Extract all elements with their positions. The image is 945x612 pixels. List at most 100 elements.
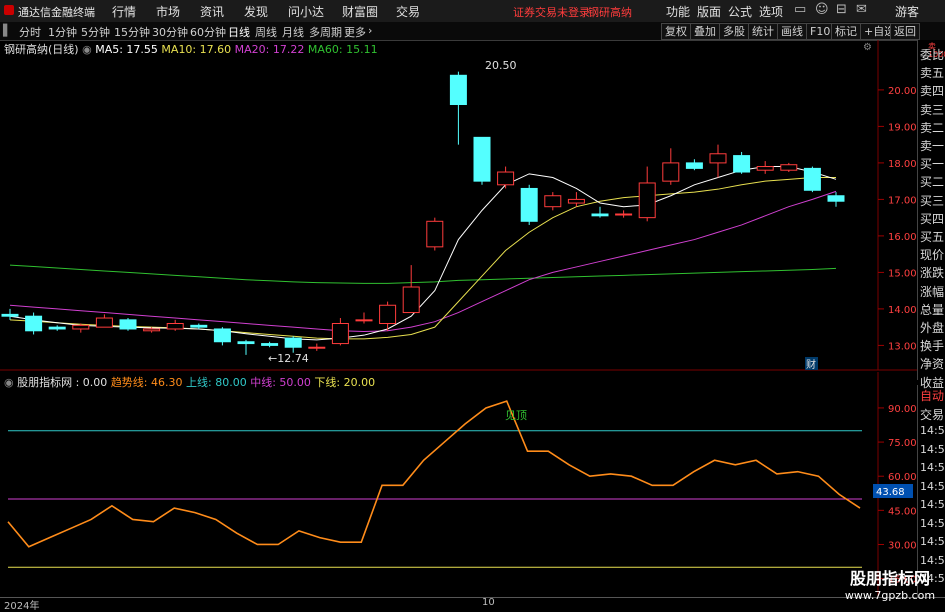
candle[interactable] [166,323,184,330]
trade-time: 14:56 [920,424,945,437]
candle[interactable] [520,187,538,222]
middle-line-value: 中线: 50.00 [250,376,311,389]
osc-tick-label: 60.00 [888,472,917,483]
menu-discover[interactable]: 发现 [244,3,268,20]
candle[interactable] [143,328,161,332]
message-icon[interactable]: ✉ [856,2,867,17]
candle[interactable] [48,326,66,330]
date-axis: 2024年 10 [0,597,945,612]
candle[interactable] [473,136,491,182]
candle[interactable] [591,213,609,217]
trade-time: 14:56 [920,442,945,456]
candle[interactable] [284,337,302,348]
period-multi[interactable]: 多周期 [309,24,342,40]
high-price-label: 20.50 [485,59,517,72]
period-intraday[interactable]: 分时 [19,24,41,40]
candle[interactable] [119,319,137,330]
top-signal-label: 见顶 [505,409,527,422]
menu-news[interactable]: 资讯 [200,3,224,20]
menu-formula[interactable]: 公式 [728,3,752,20]
period-monthly[interactable]: 月线 [282,24,304,40]
menu-options[interactable]: 选项 [759,3,783,20]
quote-item: 总量 [920,302,945,317]
candle[interactable] [190,324,208,328]
candle[interactable] [95,317,113,328]
user-icon[interactable]: ☺ [815,2,829,17]
btn-multi-stock[interactable]: 多股 [719,23,749,40]
quote-item: 买三 [920,193,945,208]
candle[interactable] [544,195,562,208]
candle[interactable] [827,195,845,202]
candle[interactable] [756,166,774,171]
menu-wealth[interactable]: 财富圈 [342,3,378,20]
quote-item: 卖一 [920,139,945,153]
candle[interactable] [780,164,798,171]
finance-marker-label: 财 [806,358,816,371]
candle[interactable] [1,313,19,317]
candle[interactable] [72,324,90,330]
chevron-right-icon[interactable]: › [368,24,372,37]
period-1min[interactable]: 1分钟 [48,24,77,40]
guest-label[interactable]: 游客 [895,3,919,20]
candle[interactable] [803,167,821,191]
candle[interactable] [615,213,633,216]
trade-tab[interactable]: 交易 [920,406,944,423]
period-60min[interactable]: 60分钟 [190,24,226,40]
sub-legend-toggle-icon[interactable]: ◉ [4,376,14,389]
candle[interactable] [25,315,43,332]
candle[interactable] [685,162,703,169]
candle[interactable] [662,162,680,182]
period-daily[interactable]: 日线 [228,24,250,40]
btn-mark[interactable]: 标记 [831,23,861,40]
candle[interactable] [426,220,444,248]
panel-settings-icon[interactable]: ⚙ [863,42,872,53]
btn-restore-rights[interactable]: 复权 [661,23,691,40]
period-5min[interactable]: 5分钟 [81,24,110,40]
login-warning[interactable]: 证券交易未登录 [513,4,590,20]
period-more[interactable]: 更多 [344,24,366,40]
btn-overlay[interactable]: 叠加 [690,23,720,40]
btn-draw-line[interactable]: 画线 [777,23,807,40]
osc-tick-label: 45.00 [888,506,917,517]
ma5-line [9,166,837,341]
price-tick-label: 15.00 [888,268,917,279]
btn-statistics[interactable]: 统计 [748,23,778,40]
period-weekly[interactable]: 周线 [255,24,277,40]
candle[interactable] [497,171,515,186]
candle[interactable] [733,155,751,173]
candle[interactable] [402,286,420,314]
lock-icon[interactable]: ⊟ [836,2,847,17]
menu-quotes[interactable]: 行情 [112,3,136,20]
candle[interactable] [449,74,467,105]
trade-time: 14:56 [920,535,945,548]
candle[interactable] [355,319,373,322]
osc-tick-label: 75.00 [888,438,917,449]
menu-wenxiaoda[interactable]: 问小达 [288,3,324,20]
menu-trade[interactable]: 交易 [396,3,420,20]
price-chart[interactable]: 20.00 19.00 18.00 17.00 16.00 15.00 14.00 13.00… [0,40,945,371]
btn-back[interactable]: 返回 [890,23,920,40]
candle[interactable] [261,343,279,346]
legend-toggle-icon[interactable]: ◉ [82,43,92,56]
candle[interactable] [331,323,349,345]
collapse-icon[interactable]: ▌ [3,24,11,37]
minimize-icon[interactable]: ▭ [794,2,806,17]
app-logo-icon [4,5,14,15]
menu-function[interactable]: 功能 [666,3,690,20]
ma60-line [9,264,837,284]
menu-market[interactable]: 市场 [156,3,180,20]
candle[interactable] [213,328,231,343]
candle[interactable] [638,182,656,219]
trade-tab[interactable]: 自动 [920,387,944,404]
candle[interactable] [237,341,255,345]
candle[interactable] [379,304,397,324]
menu-layout[interactable]: 版面 [697,3,721,20]
candle[interactable] [567,198,585,204]
candle[interactable] [308,346,326,349]
watermark-title: 股朋指标网 [849,569,930,588]
candle[interactable] [709,153,727,164]
indicator-chart[interactable]: 90.0075.0060.0045.0030.0015.00 见顶 43.68 [0,372,945,597]
period-15min[interactable]: 15分钟 [114,24,150,40]
period-30min[interactable]: 30分钟 [152,24,188,40]
quote-item: 换手 [920,339,945,354]
